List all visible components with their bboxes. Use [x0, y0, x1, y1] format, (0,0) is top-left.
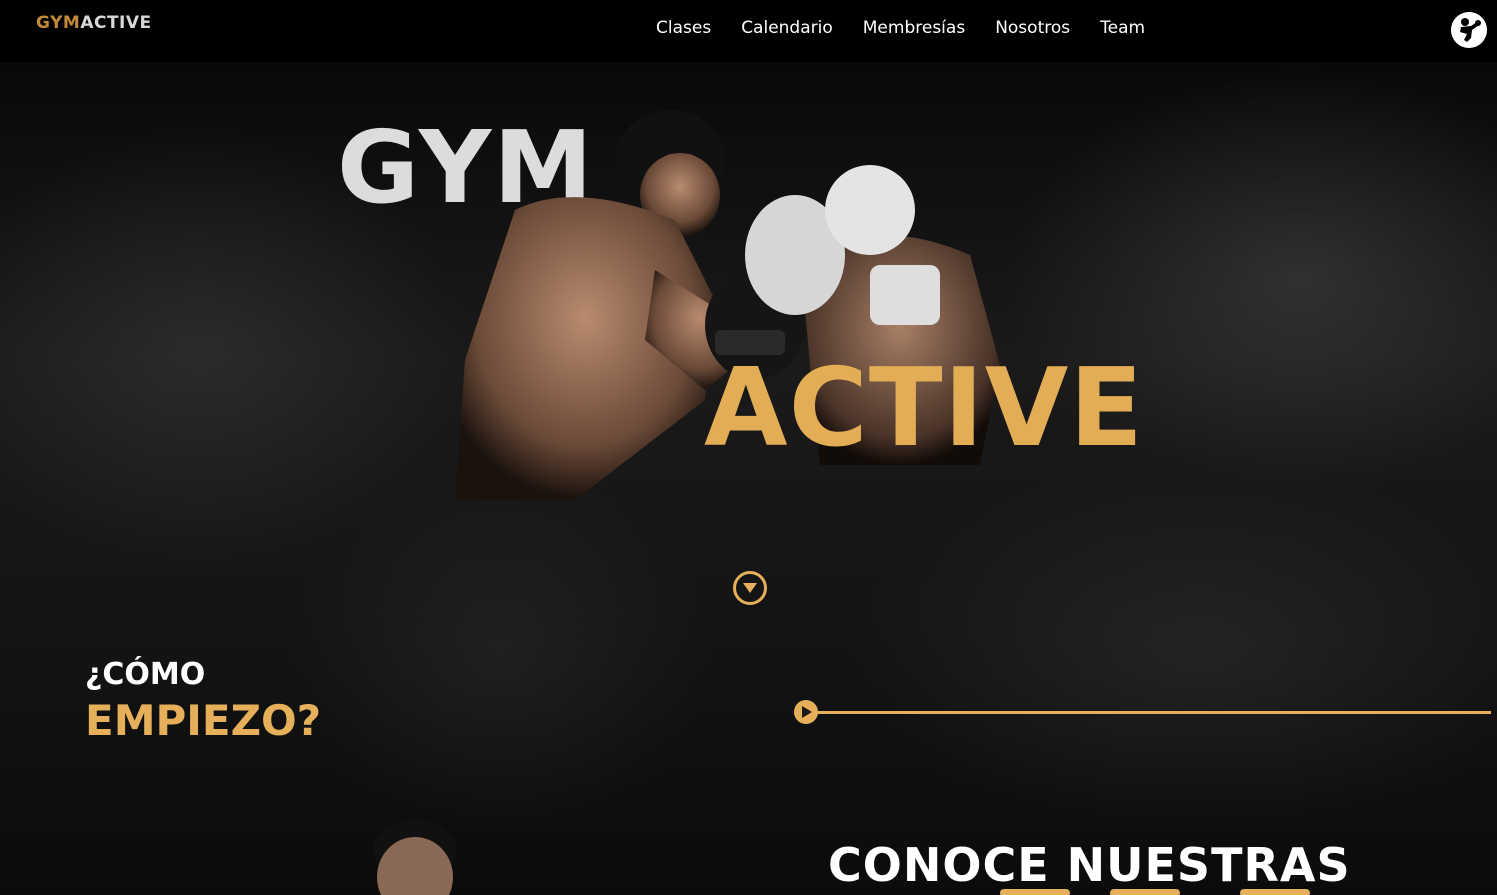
- section-title: CONOCE NUESTRAS: [828, 838, 1351, 892]
- steps-timeline: [794, 700, 1491, 724]
- how-to-start-answer: EMPIEZO?: [85, 696, 322, 745]
- navbar: GYMACTIVE Clases Calendario Membresías N…: [0, 0, 1497, 62]
- trainer-photo: [373, 820, 457, 895]
- nav-item-calendario[interactable]: Calendario: [741, 18, 833, 38]
- nav-item-membresias[interactable]: Membresías: [863, 18, 965, 38]
- section-subtitle-peek: [1000, 889, 1310, 895]
- logo-active: ACTIVE: [80, 13, 152, 33]
- page: GYMACTIVE Clases Calendario Membresías N…: [0, 0, 1497, 895]
- hero-title-active: ACTIVE: [704, 346, 1145, 471]
- logo[interactable]: GYMACTIVE: [36, 13, 152, 33]
- nav-item-clases[interactable]: Clases: [656, 18, 711, 38]
- nav-links: Clases Calendario Membresías Nosotros Te…: [656, 18, 1145, 38]
- boxer-avatar-icon[interactable]: [1451, 12, 1487, 48]
- timeline-line: [814, 711, 1491, 714]
- how-to-start-question: ¿CÓMO: [85, 657, 206, 692]
- nav-item-nosotros[interactable]: Nosotros: [995, 18, 1070, 38]
- chevron-down-circle-icon[interactable]: [733, 571, 767, 605]
- nav-item-team[interactable]: Team: [1100, 18, 1145, 38]
- logo-gym: GYM: [36, 13, 81, 33]
- play-icon[interactable]: [794, 700, 818, 724]
